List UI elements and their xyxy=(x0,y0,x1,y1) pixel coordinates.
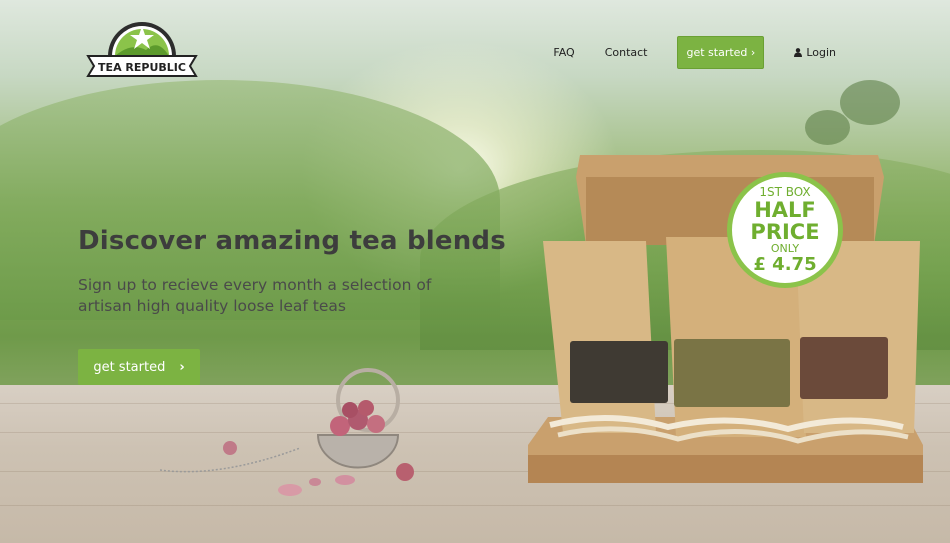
hero-headline: Discover amazing tea blends xyxy=(78,226,506,256)
tea-infuser-image xyxy=(160,368,414,496)
user-icon xyxy=(794,48,803,57)
badge-first-box: 1ST BOX xyxy=(759,184,811,199)
hero-section: TEA REPUBLIC FAQ Contact get started › L… xyxy=(0,0,950,543)
top-nav: FAQ Contact get started › Login xyxy=(523,36,836,69)
login-label: Login xyxy=(806,46,836,59)
badge-price: £ 4.75 xyxy=(753,253,817,275)
badge-half: HALF xyxy=(754,197,816,222)
tea-box-image xyxy=(528,155,923,483)
badge-price-word: PRICE xyxy=(750,219,820,244)
hero-cta-label: get started xyxy=(93,359,166,375)
nav-faq[interactable]: FAQ xyxy=(553,46,574,59)
nav-login[interactable]: Login xyxy=(794,46,836,59)
nav-get-started-button[interactable]: get started › xyxy=(677,36,765,69)
background-tree xyxy=(840,80,900,125)
half-price-badge: 1ST BOX HALF PRICE ONLY £ 4.75 xyxy=(727,172,843,288)
nav-contact[interactable]: Contact xyxy=(605,46,648,59)
hero-subheadline: Sign up to recieve every month a selecti… xyxy=(78,276,432,315)
background-tree xyxy=(805,110,850,145)
badge-only: ONLY xyxy=(770,241,800,255)
logo-text: TEA REPUBLIC xyxy=(98,61,186,74)
tea-republic-logo[interactable]: TEA REPUBLIC xyxy=(86,16,198,80)
